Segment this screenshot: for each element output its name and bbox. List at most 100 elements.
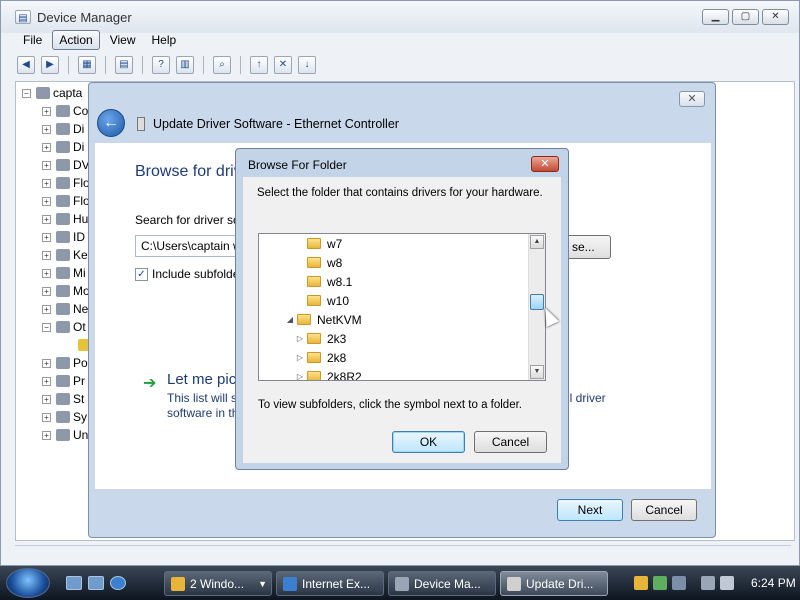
task-windows-group[interactable]: 2 Windo... ▼ bbox=[164, 571, 272, 596]
expand-icon[interactable]: + bbox=[42, 250, 51, 260]
folder-row[interactable]: w8 bbox=[295, 253, 342, 272]
pick-desc-tail1: ll driver bbox=[567, 391, 606, 405]
menu-file[interactable]: File bbox=[17, 31, 48, 49]
expand-icon[interactable]: + bbox=[42, 358, 51, 368]
check-icon[interactable] bbox=[653, 576, 667, 590]
tree-root[interactable]: − capta bbox=[22, 84, 82, 102]
window-title: Device Manager bbox=[37, 9, 132, 25]
folder-expander[interactable]: ▷ bbox=[295, 353, 305, 362]
tree-item[interactable]: + Mo bbox=[42, 282, 90, 300]
task-device-manager[interactable]: Device Ma... bbox=[388, 571, 496, 596]
wizard-close-button[interactable]: ✕ bbox=[679, 91, 705, 107]
menu-view[interactable]: View bbox=[104, 31, 142, 49]
tree-item[interactable]: + Hu bbox=[42, 210, 88, 228]
uninstall-icon[interactable]: ✕ bbox=[274, 56, 292, 74]
pick-from-list-link[interactable]: Let me pic bbox=[167, 371, 236, 388]
folder-row[interactable]: w7 bbox=[295, 234, 342, 253]
tree-item[interactable]: − Ot bbox=[42, 318, 86, 336]
tree-item[interactable]: + Co bbox=[42, 102, 88, 120]
folder-row[interactable]: ▷ 2k8R2 bbox=[295, 367, 362, 380]
expand-icon[interactable]: + bbox=[42, 412, 51, 422]
scroll-thumb[interactable] bbox=[530, 294, 544, 310]
minimize-button[interactable]: ▁ bbox=[702, 9, 729, 25]
expand-icon[interactable]: + bbox=[42, 376, 51, 386]
checkbox-checked-icon[interactable]: ✓ bbox=[135, 267, 148, 281]
internet-explorer-icon[interactable] bbox=[110, 576, 126, 590]
tree-item[interactable]: + Flo bbox=[42, 192, 90, 210]
start-button[interactable] bbox=[6, 568, 50, 598]
action-pane-icon[interactable]: ▥ bbox=[176, 56, 194, 74]
expand-icon[interactable]: + bbox=[42, 268, 51, 278]
clock[interactable]: 6:24 PM bbox=[751, 576, 796, 590]
folder-expander[interactable]: ▷ bbox=[295, 372, 305, 380]
collapse-icon[interactable]: − bbox=[22, 88, 31, 98]
expand-icon[interactable]: + bbox=[42, 232, 51, 242]
task-label: Update Dri... bbox=[526, 576, 594, 591]
device-category-icon bbox=[56, 141, 70, 153]
tree-item[interactable]: + Pr bbox=[42, 372, 85, 390]
properties-icon[interactable]: ▤ bbox=[115, 56, 133, 74]
expand-icon[interactable]: + bbox=[42, 106, 51, 116]
show-desktop-icon[interactable] bbox=[66, 576, 82, 590]
tree-item[interactable]: + Di bbox=[42, 120, 84, 138]
folder-row[interactable]: ◢ NetKVM bbox=[285, 310, 362, 329]
expand-icon[interactable]: + bbox=[42, 430, 51, 440]
collapse-icon[interactable]: − bbox=[42, 322, 51, 332]
folder-expander[interactable]: ▷ bbox=[295, 334, 305, 343]
close-button[interactable]: ✕ bbox=[762, 9, 789, 25]
folder-expander[interactable]: ◢ bbox=[285, 315, 295, 324]
tree-item[interactable]: + Mi bbox=[42, 264, 86, 282]
forward-icon[interactable]: ▶ bbox=[41, 56, 59, 74]
tree-item[interactable]: + Sy bbox=[42, 408, 87, 426]
folder-row[interactable]: w8.1 bbox=[295, 272, 352, 291]
ok-button[interactable]: OK bbox=[392, 431, 465, 453]
expand-icon[interactable]: + bbox=[42, 160, 51, 170]
tree-item[interactable]: + Ke bbox=[42, 246, 88, 264]
scroll-down-icon[interactable]: ▼ bbox=[530, 365, 544, 379]
task-update-driver[interactable]: Update Dri... bbox=[500, 571, 608, 596]
tree-item[interactable]: + Ne bbox=[42, 300, 88, 318]
back-arrow-icon[interactable]: ← bbox=[97, 109, 125, 137]
scroll-up-icon[interactable]: ▲ bbox=[530, 235, 544, 249]
expand-icon[interactable]: + bbox=[42, 286, 51, 296]
tree-item[interactable]: + Un bbox=[42, 426, 88, 444]
include-subfolders-checkbox[interactable]: ✓ Include subfolde bbox=[135, 267, 239, 281]
folder-row[interactable]: ▷ 2k3 bbox=[295, 329, 346, 348]
menu-action[interactable]: Action bbox=[52, 30, 100, 50]
expand-icon[interactable]: + bbox=[42, 214, 51, 224]
expand-icon[interactable]: + bbox=[42, 394, 51, 404]
app-icon[interactable] bbox=[672, 576, 686, 590]
network-icon[interactable] bbox=[701, 576, 715, 590]
tree-item[interactable]: + DV bbox=[42, 156, 90, 174]
wizard-cancel-button[interactable]: Cancel bbox=[631, 499, 697, 521]
tree-item[interactable]: + Di bbox=[42, 138, 84, 156]
menu-help[interactable]: Help bbox=[146, 31, 183, 49]
help-icon[interactable]: ? bbox=[152, 56, 170, 74]
volume-muted-icon[interactable] bbox=[720, 576, 734, 590]
security-shield-icon[interactable] bbox=[634, 576, 648, 590]
disable-icon[interactable]: ↓ bbox=[298, 56, 316, 74]
task-internet-explorer[interactable]: Internet Ex... bbox=[276, 571, 384, 596]
tree-item[interactable]: + St bbox=[42, 390, 84, 408]
next-button[interactable]: Next bbox=[557, 499, 623, 521]
update-driver-icon[interactable]: ↑ bbox=[250, 56, 268, 74]
expand-icon[interactable]: + bbox=[42, 124, 51, 134]
folder-scrollbar[interactable]: ▲ ▼ bbox=[528, 234, 545, 380]
switch-windows-icon[interactable] bbox=[88, 576, 104, 590]
tree-item[interactable]: + Flo bbox=[42, 174, 90, 192]
dialog-cancel-button[interactable]: Cancel bbox=[474, 431, 547, 453]
maximize-button[interactable]: ▢ bbox=[732, 9, 759, 25]
expand-icon[interactable]: + bbox=[42, 304, 51, 314]
folder-row[interactable]: ▷ 2k8 bbox=[295, 348, 346, 367]
tree-item-label: Di bbox=[73, 122, 85, 136]
scan-hardware-icon[interactable]: ⌕ bbox=[213, 56, 231, 74]
show-hide-tree-icon[interactable]: ▦ bbox=[78, 56, 96, 74]
dialog-close-button[interactable]: ✕ bbox=[531, 156, 559, 172]
tree-item[interactable]: + ID bbox=[42, 228, 85, 246]
expand-icon[interactable]: + bbox=[42, 142, 51, 152]
back-icon[interactable]: ◀ bbox=[17, 56, 35, 74]
tree-item[interactable]: + Po bbox=[42, 354, 88, 372]
expand-icon[interactable]: + bbox=[42, 196, 51, 206]
folder-row[interactable]: w10 bbox=[295, 291, 349, 310]
expand-icon[interactable]: + bbox=[42, 178, 51, 188]
